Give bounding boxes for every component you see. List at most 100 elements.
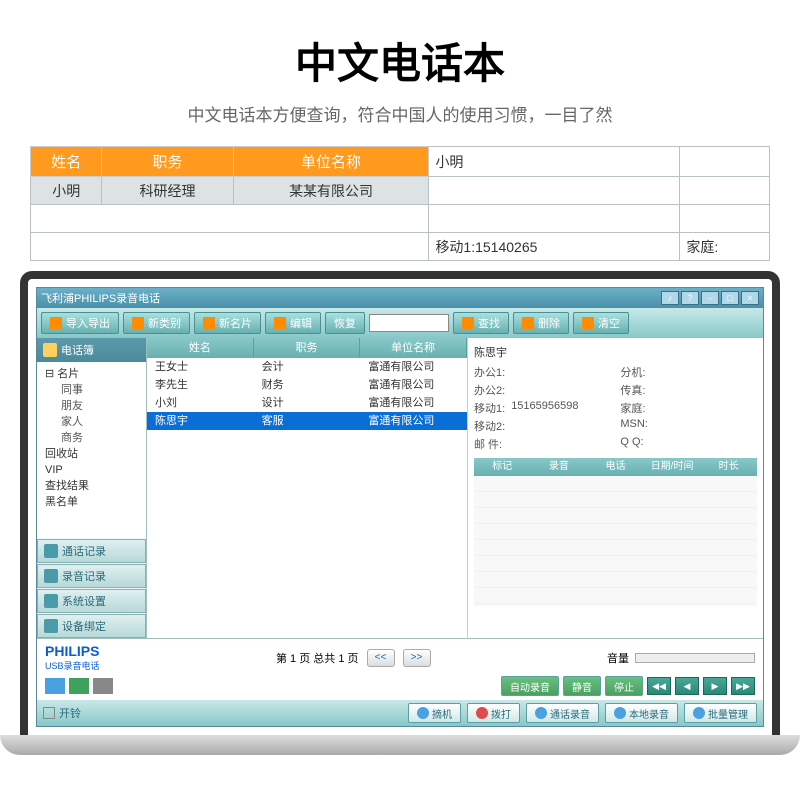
- tree-family[interactable]: 家人: [41, 414, 142, 430]
- clear-button[interactable]: 清空: [573, 312, 629, 334]
- phone-icon: [417, 707, 429, 719]
- nav-rec-log[interactable]: 录音记录: [37, 564, 146, 588]
- local-rec-icon: [614, 707, 626, 719]
- tree-search-result[interactable]: 查找结果: [41, 478, 142, 494]
- pager-prev[interactable]: <<: [367, 649, 395, 667]
- tree-vip[interactable]: VIP: [41, 462, 142, 478]
- help-icon[interactable]: ?: [681, 291, 699, 305]
- brand-logo: PHILIPS: [45, 643, 100, 659]
- bell-label: 开铃: [59, 705, 81, 721]
- status-icon-2: [69, 678, 89, 694]
- delete-button[interactable]: 删除: [513, 312, 569, 334]
- nav-call-log[interactable]: 通话记录: [37, 539, 146, 563]
- titlebar: 飞利浦PHILIPS录音电话 ♪ ? – □ ×: [37, 288, 763, 308]
- pager-next[interactable]: >>: [403, 649, 431, 667]
- edit-button[interactable]: 编辑: [265, 312, 321, 334]
- new-category-button[interactable]: 新类别: [123, 312, 190, 334]
- list-col-job: 职务: [254, 338, 361, 358]
- batch-icon: [693, 707, 705, 719]
- window-title: 飞利浦PHILIPS录音电话: [41, 290, 160, 306]
- tree-card[interactable]: ⊟ 名片: [41, 366, 142, 382]
- tree-business[interactable]: 商务: [41, 430, 142, 446]
- pager-text: 第 1 页 总共 1 页: [276, 650, 359, 666]
- tree-colleague[interactable]: 同事: [41, 382, 142, 398]
- volume-slider[interactable]: [635, 653, 755, 663]
- toolbar: 导入导出 新类别 新名片 编辑 恢复 查找 删除 清空: [37, 308, 763, 338]
- auto-rec-button[interactable]: 自动录音: [501, 676, 559, 696]
- pickup-button[interactable]: 摘机: [408, 703, 461, 723]
- example-table: 姓名 职务 单位名称 小明 小明 科研经理 某某有限公司 移动1:1514026…: [30, 146, 770, 261]
- minimize-button[interactable]: –: [701, 291, 719, 305]
- mobile2-label: 移动2:: [474, 418, 505, 434]
- new-card-button[interactable]: 新名片: [194, 312, 261, 334]
- status-icon-1: [45, 678, 65, 694]
- msn-label: MSN:: [620, 418, 648, 434]
- music-icon[interactable]: ♪: [661, 291, 679, 305]
- device-icon: [44, 619, 58, 633]
- brand-sub: USB录音电话: [45, 659, 100, 672]
- hero-title: 中文电话本: [0, 0, 800, 101]
- mobile1-label: 移动1:: [474, 400, 505, 416]
- edit-icon: [274, 317, 286, 329]
- sidebar: 电话簿 ⊟ 名片 同事 朋友 家人 商务 回收站 VIP 查找结果 黑名单 通话…: [37, 338, 147, 638]
- dial-button[interactable]: 拨打: [467, 703, 520, 723]
- row-company: 某某有限公司: [233, 177, 429, 205]
- tree-recycle[interactable]: 回收站: [41, 446, 142, 462]
- settings-icon: [44, 594, 58, 608]
- local-rec-button[interactable]: 本地录音: [605, 703, 678, 723]
- mute-button[interactable]: 静音: [563, 676, 601, 696]
- phonebook-header[interactable]: 电话簿: [37, 338, 146, 362]
- forward-button[interactable]: ▶: [703, 677, 727, 695]
- search-input[interactable]: [369, 314, 449, 332]
- volume-label: 音量: [607, 650, 629, 666]
- phonebook-icon: [43, 343, 57, 357]
- list-item-selected[interactable]: 陈思宇客服富通有限公司: [147, 412, 467, 430]
- call-log-icon: [44, 544, 58, 558]
- next-track-button[interactable]: ▶▶: [731, 677, 755, 695]
- rewind-button[interactable]: ◀: [675, 677, 699, 695]
- card-icon: [203, 317, 215, 329]
- list-item[interactable]: 小刘设计富通有限公司: [147, 394, 467, 412]
- nav-settings[interactable]: 系统设置: [37, 589, 146, 613]
- find-button[interactable]: 查找: [453, 312, 509, 334]
- stop-button[interactable]: 停止: [605, 676, 643, 696]
- detail-empty: [680, 147, 770, 177]
- dial-icon: [476, 707, 488, 719]
- prev-track-button[interactable]: ◀◀: [647, 677, 671, 695]
- col-name: 姓名: [31, 147, 102, 177]
- call-history-grid: [474, 476, 757, 606]
- batch-button[interactable]: 批量管理: [684, 703, 757, 723]
- mobile1-value: 15165956598: [511, 400, 614, 416]
- detail-name: 陈思宇: [474, 344, 757, 360]
- col-company: 单位名称: [233, 147, 429, 177]
- bell-checkbox[interactable]: [43, 707, 55, 719]
- delete-icon: [522, 317, 534, 329]
- list-item[interactable]: 李先生财务富通有限公司: [147, 376, 467, 394]
- list-item[interactable]: 王女士会计富通有限公司: [147, 358, 467, 376]
- tree-friend[interactable]: 朋友: [41, 398, 142, 414]
- maximize-button[interactable]: □: [721, 291, 739, 305]
- import-icon: [50, 317, 62, 329]
- home-label2: 家庭:: [620, 400, 648, 416]
- search-icon: [462, 317, 474, 329]
- contact-detail: 陈思宇 办公1: 分机: 办公2: 传真: 移动1: 15165956598 家…: [467, 338, 763, 638]
- category-tree: ⊟ 名片 同事 朋友 家人 商务 回收站 VIP 查找结果 黑名单: [37, 362, 146, 538]
- close-button[interactable]: ×: [741, 291, 759, 305]
- col-job: 职务: [102, 147, 233, 177]
- import-export-button[interactable]: 导入导出: [41, 312, 119, 334]
- office1-label: 办公1:: [474, 364, 505, 380]
- category-icon: [132, 317, 144, 329]
- clear-icon: [582, 317, 594, 329]
- tree-blacklist[interactable]: 黑名单: [41, 494, 142, 510]
- nav-device[interactable]: 设备绑定: [37, 614, 146, 638]
- qq-label: Q Q:: [620, 436, 648, 452]
- call-rec-button[interactable]: 通话录音: [526, 703, 599, 723]
- status-icon-3: [93, 678, 113, 694]
- office2-label: 办公2:: [474, 382, 505, 398]
- fax-label: 传真:: [620, 382, 648, 398]
- rec-log-icon: [44, 569, 58, 583]
- restore-button[interactable]: 恢复: [325, 312, 365, 334]
- laptop-base: [0, 735, 800, 755]
- list-header: 姓名 职务 单位名称: [147, 338, 467, 358]
- footer-bar: 开铃 摘机 拨打 通话录音 本地录音 批量管理: [37, 700, 763, 726]
